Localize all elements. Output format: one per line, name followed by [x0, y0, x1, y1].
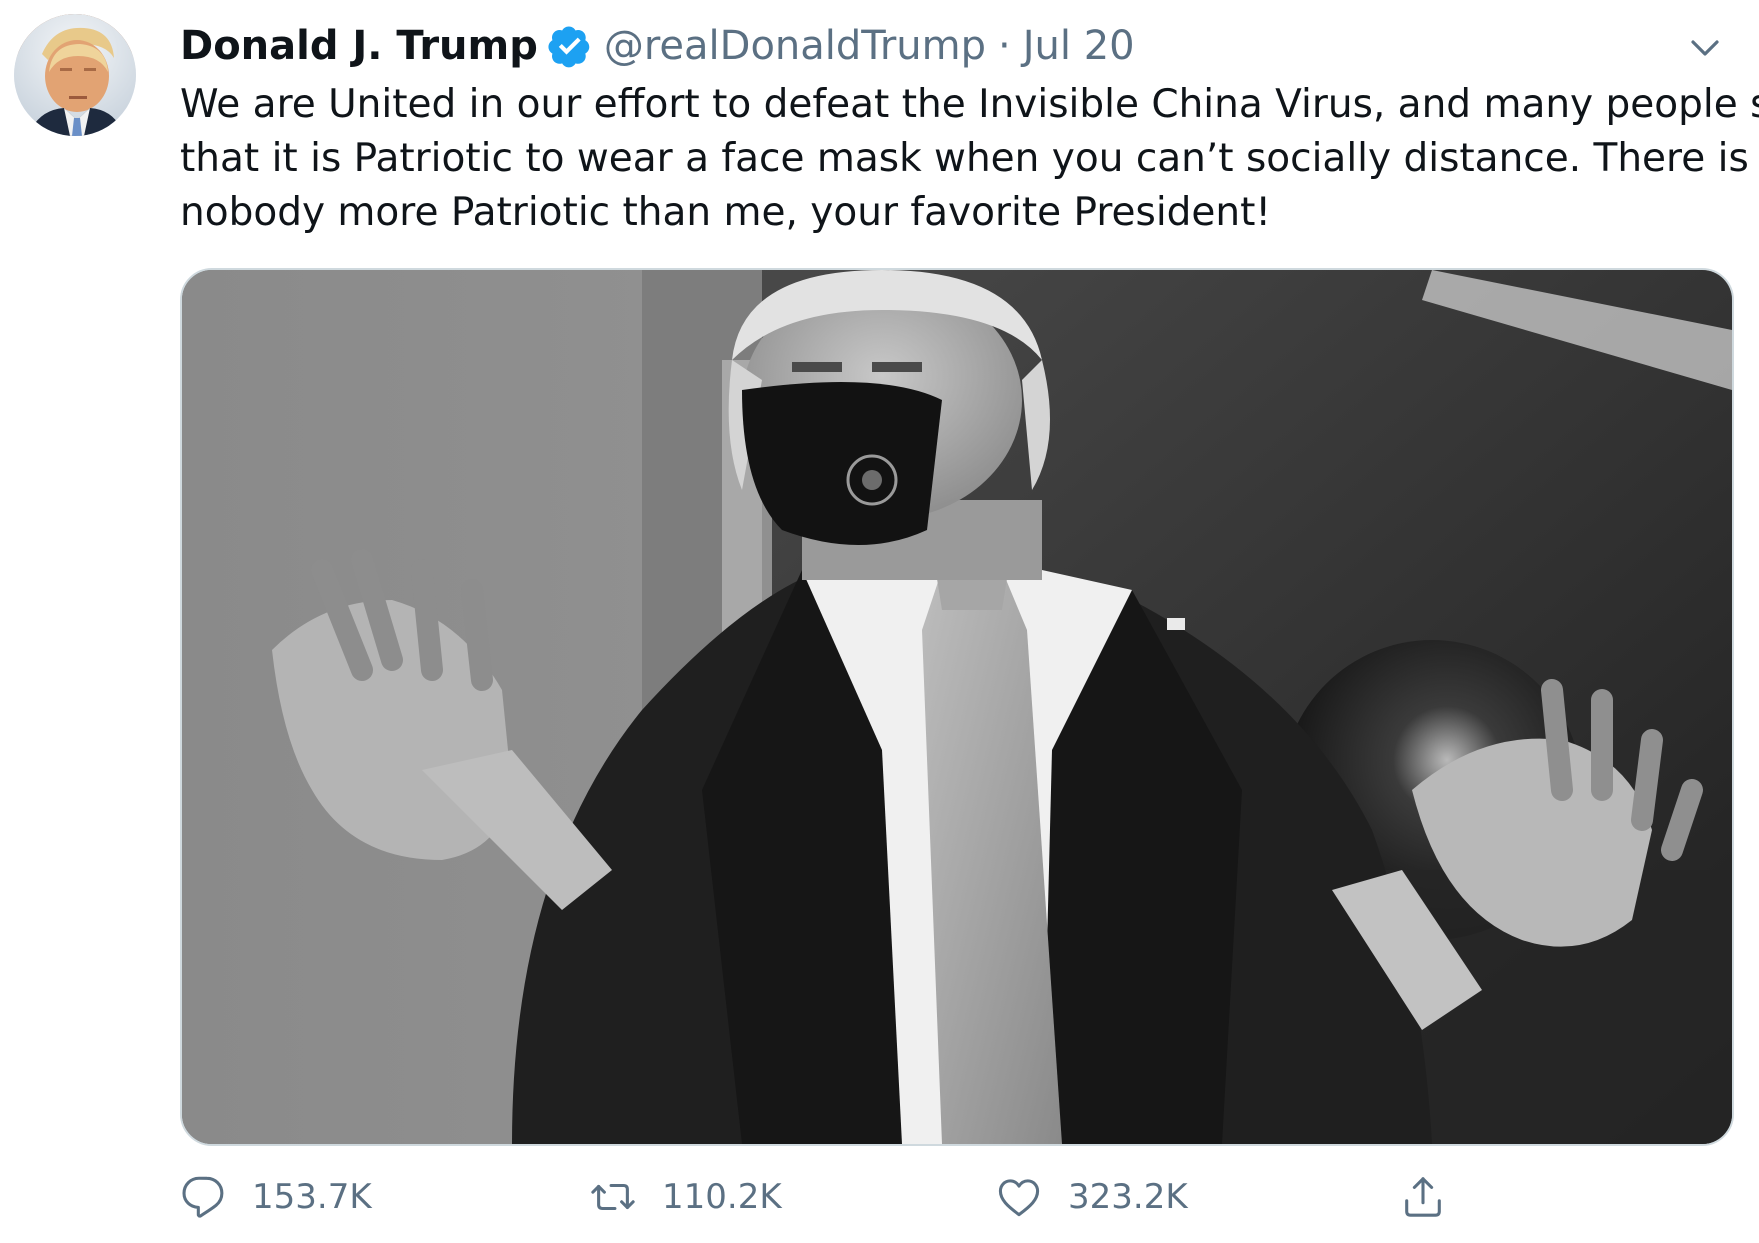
- reply-button[interactable]: 153.7K: [180, 1162, 372, 1232]
- tweet-photo[interactable]: [180, 268, 1734, 1146]
- heart-icon: [996, 1174, 1042, 1220]
- chevron-down-icon[interactable]: [1679, 22, 1731, 74]
- reply-count: 153.7K: [252, 1177, 372, 1217]
- tweet-text-line: We are United in our effort to defeat th…: [180, 82, 1759, 127]
- share-icon: [1400, 1174, 1446, 1220]
- display-name[interactable]: Donald J. Trump: [180, 23, 538, 69]
- photo-image: [182, 270, 1732, 1144]
- tweet-card: Donald J. Trump @realDonaldTrump · Jul 2…: [0, 0, 1759, 1243]
- avatar-image: [14, 14, 136, 136]
- like-button[interactable]: 323.2K: [996, 1162, 1188, 1232]
- separator-dot: ·: [998, 23, 1011, 69]
- tweet-header: Donald J. Trump @realDonaldTrump · Jul 2…: [180, 16, 1135, 76]
- like-count: 323.2K: [1068, 1177, 1188, 1217]
- tweet-text: We are United in our effort to defeat th…: [180, 78, 1759, 240]
- share-button[interactable]: [1400, 1162, 1446, 1232]
- tweet-date[interactable]: Jul 20: [1023, 23, 1135, 69]
- user-handle[interactable]: @realDonaldTrump: [604, 23, 986, 69]
- retweet-count: 110.2K: [662, 1177, 782, 1217]
- retweet-icon: [590, 1174, 636, 1220]
- tweet-text-line: that it is Patriotic to wear a face mask…: [180, 136, 1749, 181]
- tweet-actions: 153.7K 110.2K 323.2K: [180, 1162, 1480, 1232]
- verified-badge-icon: [548, 24, 592, 68]
- reply-icon: [180, 1174, 226, 1220]
- retweet-button[interactable]: 110.2K: [590, 1162, 782, 1232]
- tweet-text-line: nobody more Patriotic than me, your favo…: [180, 190, 1272, 235]
- avatar[interactable]: [14, 14, 136, 136]
